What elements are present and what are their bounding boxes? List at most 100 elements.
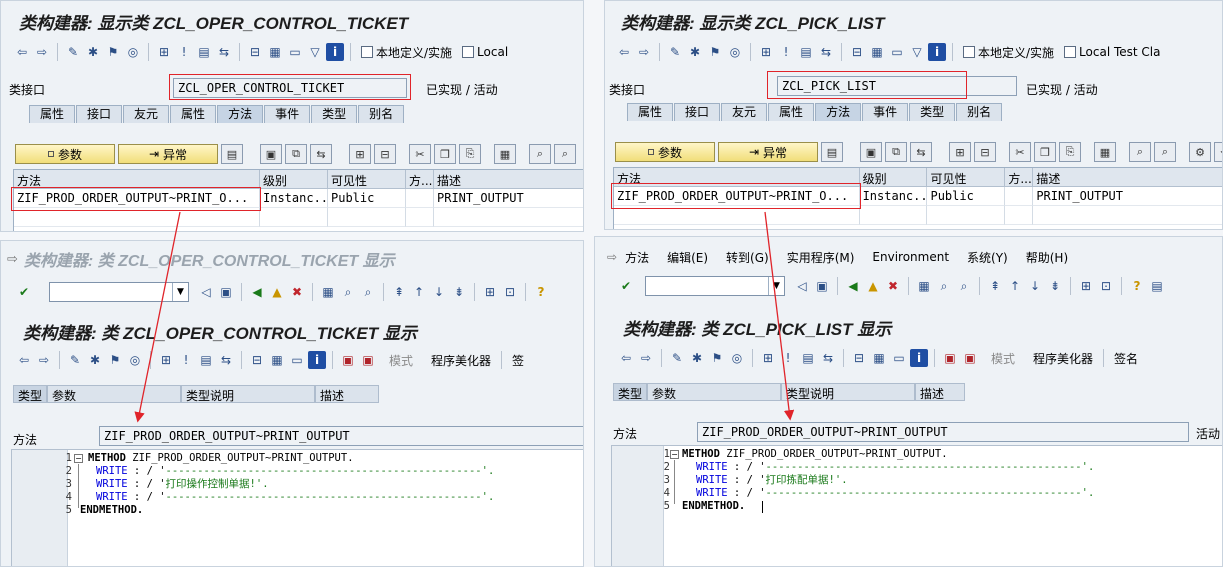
cancel-icon[interactable]: ✖ — [288, 283, 306, 301]
tab-aliases[interactable]: 别名 — [956, 103, 1003, 121]
forward-icon[interactable]: ⇨ — [637, 349, 655, 367]
pattern-icon[interactable]: ▣ — [941, 349, 959, 367]
display-object-list-icon[interactable]: ▤ — [197, 351, 215, 369]
shortcut-icon[interactable]: ⊡ — [501, 283, 519, 301]
exceptions-button[interactable]: ⇥ 异常 — [718, 142, 818, 162]
hierarchy-icon[interactable]: ⊞ — [155, 43, 173, 61]
info-icon[interactable]: i — [308, 351, 326, 369]
table-icon[interactable]: ▭ — [888, 43, 906, 61]
tab-attributes[interactable]: 属性 — [768, 103, 815, 121]
subheader-type-desc[interactable]: 类型说明 — [181, 385, 316, 403]
paste-button[interactable]: ⎘ — [1059, 142, 1081, 162]
chevron-down-icon[interactable]: ▼ — [172, 283, 188, 301]
cell-visibility[interactable]: Public — [927, 187, 1006, 206]
info-icon[interactable]: i — [326, 43, 344, 61]
print-icon[interactable]: ▦ — [868, 43, 886, 61]
print-button[interactable]: ▦ — [1094, 142, 1116, 162]
menu-utilities[interactable]: 实用程序(M) — [787, 249, 855, 266]
display-change-icon[interactable]: ✎ — [668, 349, 686, 367]
new-session-icon[interactable]: ⊞ — [1077, 277, 1095, 295]
print-icon[interactable]: ▦ — [870, 349, 888, 367]
first-page-icon[interactable]: ⇞ — [986, 277, 1004, 295]
menu-edit[interactable]: 编辑(E) — [667, 249, 708, 266]
filter-icon[interactable]: ▽ — [908, 43, 926, 61]
pattern-delete-icon[interactable]: ▣ — [961, 349, 979, 367]
col-description[interactable]: 描述 — [1033, 168, 1222, 187]
find-button[interactable]: ⌕ — [1129, 142, 1151, 162]
cut-button[interactable]: ✂ — [409, 144, 431, 164]
source-code-button[interactable]: ▤ — [221, 144, 243, 164]
local-definitions-button[interactable]: 本地定义/实施 — [959, 44, 1058, 61]
menu-environment[interactable]: Environment — [872, 250, 949, 264]
tab-methods[interactable]: 方法 — [815, 103, 862, 121]
collapse-icon[interactable]: − — [670, 450, 679, 459]
info-icon[interactable]: i — [910, 349, 928, 367]
back-icon[interactable]: ⇦ — [617, 349, 635, 367]
back-icon[interactable]: ◀ — [844, 277, 862, 295]
display-object-list-icon[interactable]: ▤ — [195, 43, 213, 61]
filter-icon[interactable]: ▽ — [306, 43, 324, 61]
display-change-icon[interactable]: ✎ — [666, 43, 684, 61]
detail-button[interactable]: ▣ — [860, 142, 882, 162]
next-page-icon[interactable]: ↓ — [430, 283, 448, 301]
exit-icon[interactable]: ▲ — [268, 283, 286, 301]
abap-editor[interactable]: 1 2 3 4 5 − METHOD ZIF_PROD_ORDER_OUTPUT… — [11, 449, 583, 566]
test-icon[interactable]: ! — [175, 43, 193, 61]
cell-method-type[interactable] — [406, 189, 434, 208]
last-page-icon[interactable]: ⇟ — [1046, 277, 1064, 295]
back-icon[interactable]: ⇦ — [15, 351, 33, 369]
forward-icon[interactable]: ⇨ — [635, 43, 653, 61]
prev-page-icon[interactable]: ↑ — [410, 283, 428, 301]
subheader-type[interactable]: 类型 — [13, 385, 48, 403]
cell-description[interactable]: PRINT_OUTPUT — [1033, 187, 1222, 206]
enter-icon[interactable]: ✔ — [617, 277, 635, 295]
navigate-icon[interactable]: ⇆ — [819, 349, 837, 367]
where-used-icon[interactable]: ◎ — [126, 351, 144, 369]
insert-row-button[interactable]: ⊞ — [949, 142, 971, 162]
cut-button[interactable]: ✂ — [1009, 142, 1031, 162]
pattern-delete-icon[interactable]: ▣ — [359, 351, 377, 369]
col-level[interactable]: 级别 — [260, 170, 328, 189]
display-object-list-icon[interactable]: ▤ — [797, 43, 815, 61]
back-arrow-icon[interactable]: ◁ — [793, 277, 811, 295]
subheader-type-desc[interactable]: 类型说明 — [781, 383, 916, 401]
hierarchy-icon[interactable]: ⊞ — [759, 349, 777, 367]
find-next-icon[interactable]: ⌕ — [359, 283, 377, 301]
pretty-printer-button[interactable]: 程序美化器 — [427, 352, 495, 369]
method-field[interactable]: ZIF_PROD_ORDER_OUTPUT~PRINT_OUTPUT — [99, 426, 583, 446]
method-field[interactable]: ZIF_PROD_ORDER_OUTPUT~PRINT_OUTPUT — [697, 422, 1189, 442]
layout-icon[interactable]: ▤ — [1148, 277, 1166, 295]
back-icon[interactable]: ⇦ — [615, 43, 633, 61]
undo-button[interactable]: ↶ — [1214, 142, 1222, 162]
pretty-printer-button[interactable]: 程序美化器 — [1029, 350, 1097, 367]
tab-interfaces[interactable]: 接口 — [76, 105, 123, 123]
last-page-icon[interactable]: ⇟ — [450, 283, 468, 301]
display-change-icon[interactable]: ✎ — [66, 351, 84, 369]
find-next-button[interactable]: ⌕ — [1154, 142, 1176, 162]
navigate-button[interactable]: ⇆ — [910, 142, 932, 162]
copy-row-button[interactable]: ❐ — [1034, 142, 1056, 162]
hierarchy-icon[interactable]: ⊞ — [757, 43, 775, 61]
print-icon[interactable]: ▦ — [268, 351, 286, 369]
exit-icon[interactable]: ▲ — [864, 277, 882, 295]
new-session-icon[interactable]: ⊞ — [481, 283, 499, 301]
collapse-icon[interactable]: − — [74, 454, 83, 463]
command-field[interactable]: ▼ — [645, 276, 785, 296]
where-used-icon[interactable]: ◎ — [726, 43, 744, 61]
prev-page-icon[interactable]: ↑ — [1006, 277, 1024, 295]
menu-method[interactable]: 方法 — [625, 249, 649, 266]
insert-row-button[interactable]: ⊞ — [349, 144, 371, 164]
copy-button[interactable]: ⧉ — [285, 144, 307, 164]
col-level[interactable]: 级别 — [859, 168, 928, 187]
back-arrow-icon[interactable]: ◁ — [197, 283, 215, 301]
tab-types[interactable]: 类型 — [909, 103, 956, 121]
copy-row-button[interactable]: ❐ — [434, 144, 456, 164]
col-visibility[interactable]: 可见性 — [328, 170, 406, 189]
copy-button[interactable]: ⧉ — [885, 142, 907, 162]
cell-level[interactable]: Instanc... — [859, 187, 928, 206]
tree-icon[interactable]: ⊟ — [248, 351, 266, 369]
find-icon[interactable]: ⌕ — [935, 277, 953, 295]
cell-visibility[interactable]: Public — [328, 189, 406, 208]
cell-level[interactable]: Instanc... — [260, 189, 328, 208]
save-icon[interactable]: ▣ — [813, 277, 831, 295]
